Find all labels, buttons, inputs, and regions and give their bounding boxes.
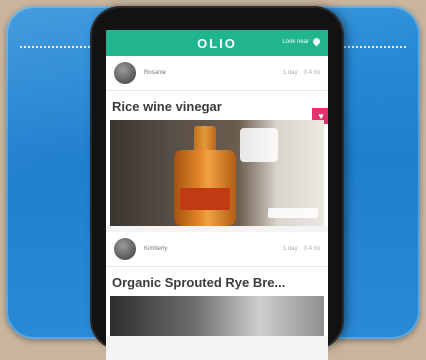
- app-screen: OLIO Look near Rosanie 1 day 0.4 mi Rice…: [106, 30, 328, 360]
- listing-distance: 0.4 mi: [303, 70, 320, 76]
- glass-image: [240, 128, 278, 162]
- listing-meta: 1 day 0.4 mi: [283, 70, 320, 76]
- vinegar-bottle-image: [170, 126, 240, 226]
- location-selector[interactable]: Look near: [282, 36, 322, 47]
- listing-header: Rosanie 1 day 0.4 mi: [106, 56, 328, 91]
- username: Kimberly: [144, 246, 168, 252]
- location-pin-icon: [311, 36, 322, 47]
- listing-header: Kimberly 1 day 0.4 mi: [106, 232, 328, 267]
- photo-overlay-tag: [268, 208, 318, 218]
- listing-photo[interactable]: [110, 120, 324, 226]
- app-logo: OLIO: [197, 35, 237, 51]
- listing-meta: 1 day 0.4 mi: [283, 246, 320, 252]
- avatar[interactable]: [114, 62, 136, 84]
- listing-photo[interactable]: [110, 296, 324, 336]
- app-header: OLIO Look near: [106, 30, 328, 56]
- listing-time: 1 day: [282, 70, 298, 76]
- location-label: Look near: [282, 38, 309, 45]
- listing-title[interactable]: Organic Sprouted Rye Bre...: [106, 267, 328, 296]
- listing-card[interactable]: Rosanie 1 day 0.4 mi Rice wine vinegar ♥: [106, 56, 328, 226]
- avatar[interactable]: [114, 238, 136, 260]
- listing-time: 1 day: [282, 246, 298, 252]
- listing-card[interactable]: Kimberly 1 day 0.4 mi Organic Sprouted R…: [106, 232, 328, 336]
- listing-title[interactable]: Rice wine vinegar: [106, 91, 328, 120]
- username: Rosanie: [144, 70, 167, 76]
- listing-distance: 0.4 mi: [303, 246, 320, 252]
- phone-device: OLIO Look near Rosanie 1 day 0.4 mi Rice…: [92, 8, 342, 360]
